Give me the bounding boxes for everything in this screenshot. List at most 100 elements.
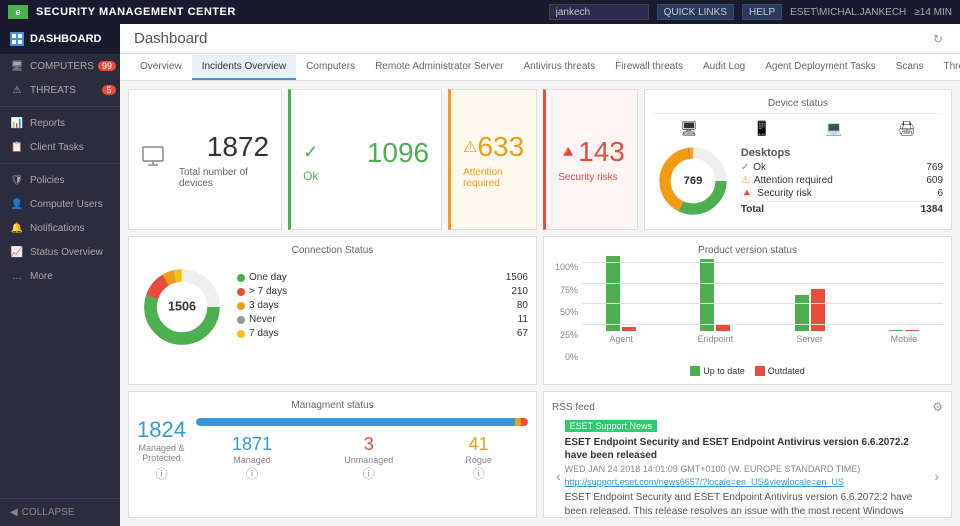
tab-remote-admin[interactable]: Remote Administrator Server [365,55,513,80]
quick-links-button[interactable]: QUICK LINKS [657,4,734,20]
total-devices-value: 1872 [179,131,269,163]
collapse-button[interactable]: ◀ COLLAPSE [0,498,120,526]
sidebar-item-more[interactable]: … More [0,264,120,288]
rss-body-wrapper: ‹ ESET Support News ESET Endpoint Securi… [552,418,943,518]
tab-incidents-overview[interactable]: Incidents Overview [192,55,296,80]
conn-label-never: Never [249,314,276,325]
rss-link[interactable]: http://support.eset.com/news6657/?locale… [565,477,931,487]
pv-bars-container: Agent Endpoint [582,262,943,362]
attention-warn-icon: ⚠ [741,175,750,186]
rss-settings-icon[interactable]: ⚙ [932,400,943,414]
desktop-type-icon: 🖥 [680,120,698,137]
sidebar-label-notifications: Notifications [30,223,84,234]
pv-bars-agent [606,251,636,331]
top-bar: e SECURITY MANAGEMENT CENTER QUICK LINKS… [0,0,960,24]
mid-row: Connection Status 1506 [128,236,952,385]
attention-label: Attention required [463,167,524,189]
tab-threats[interactable]: Threats [933,55,960,80]
tab-computers[interactable]: Computers [296,55,365,80]
conn-item-oneday: One day 1506 [237,272,528,283]
sidebar-item-notifications[interactable]: 🔔 Notifications [0,216,120,240]
device-legend-title: Desktops [741,147,943,159]
tab-antivirus-threats[interactable]: Antivirus threats [513,55,605,80]
reports-icon: 📊 [10,116,24,130]
tab-audit-log[interactable]: Audit Log [693,55,755,80]
rss-prev-button[interactable]: ‹ [552,468,565,484]
metrics-row: 1872 Total number of devices ✓ 1096 Ok [128,89,952,230]
policies-icon: 🛡 [10,173,24,187]
device-donut: 769 [653,141,733,221]
mgmt-managed-icon: ⓘ [232,465,272,482]
tab-scans[interactable]: Scans [886,55,934,80]
session-time: ≥14 MIN [914,7,952,18]
bottom-row: Managment status 1824 Managed &Protected… [128,391,952,518]
page-title: Dashboard [134,30,207,47]
pv-group-mobile: Mobile [865,251,943,344]
rss-next-button[interactable]: › [930,468,943,484]
mgmt-protected-icon: ⓘ [155,465,167,482]
ok-value: 1096 [367,137,429,169]
conn-value-7days-2: 67 [517,328,528,339]
conn-value-3days: 80 [517,300,528,311]
sidebar-item-status-overview[interactable]: 📈 Status Overview [0,240,120,264]
product-version-card: Product version status 100% 75% 50% 25% … [543,236,952,385]
mgmt-rogue-value: 41 [465,434,492,455]
rss-title: RSS feed [552,402,595,413]
collapse-icon: ◀ [10,507,18,518]
ok-card: ✓ 1096 Ok [288,89,442,230]
devices-info: 1872 Total number of devices [179,131,269,189]
total-devices-card: 1872 Total number of devices [128,89,282,230]
legend-total-row: Total 1384 [741,201,943,215]
refresh-icon[interactable]: ↻ [930,31,946,47]
pv-bar-server-outdated [811,289,825,331]
user-label: ESET\MICHAL.JANKECH [790,7,906,18]
legend-uptodate: Up to date [690,366,745,376]
legend-ok-label: Ok [753,162,766,173]
logo: e [8,5,28,19]
tab-firewall-threats[interactable]: Firewall threats [605,55,693,80]
content-header: Dashboard ↻ [120,24,960,54]
pv-label-mobile: Mobile [891,334,918,344]
mgmt-body: 1824 Managed &Protected ⓘ [137,417,528,482]
tab-overview[interactable]: Overview [130,55,192,80]
security-value: 143 [578,136,625,168]
help-button[interactable]: HELP [742,4,782,20]
top-bar-right: QUICK LINKS HELP ESET\MICHAL.JANKECH ≥14… [549,4,952,20]
sidebar-item-computers[interactable]: 🖥 COMPUTERS 99 [0,54,120,78]
connection-legend: One day 1506 > 7 days 210 3 days 80 [237,272,528,342]
conn-label-oneday: One day [249,272,287,283]
mgmt-total: 1824 [137,417,186,443]
rss-content: ESET Support News ESET Endpoint Security… [565,418,931,518]
pv-bar-agent-uptodate [606,256,620,331]
device-status-body: 769 Desktops ✓Ok 769 ⚠Attention required… [653,141,943,221]
conn-item-7days-2: 7 days 67 [237,328,528,339]
search-input[interactable] [549,4,649,20]
sidebar-divider-1 [0,106,120,107]
dashboard-icon [10,32,24,46]
mgmt-managed-label: Managed [232,455,272,465]
sidebar-item-computer-users[interactable]: 👤 Computer Users [0,192,120,216]
conn-item-3days: 3 days 80 [237,300,528,311]
main-content: Dashboard ↻ Overview Incidents Overview … [120,24,960,526]
sidebar-item-dashboard[interactable]: DASHBOARD [0,24,120,54]
tab-agent-deployment[interactable]: Agent Deployment Tasks [755,55,885,80]
mgmt-bar-rogue [515,418,522,426]
pv-group-endpoint: Endpoint [676,251,754,344]
devices-icon [141,145,171,175]
mgmt-total-label: Managed &Protected [138,443,184,463]
mgmt-rogue-icon: ⓘ [465,465,492,482]
legend-security-label: Security risk [757,188,811,199]
sidebar-item-client-tasks[interactable]: 📋 Client Tasks [0,135,120,159]
mgmt-rogue-label: Rogue [465,455,492,465]
conn-label-7days: > 7 days [249,286,287,297]
sidebar-item-policies[interactable]: 🛡 Policies [0,168,120,192]
svg-text:769: 769 [684,175,703,187]
svg-text:1506: 1506 [168,300,196,314]
mgmt-bar-unmanaged [521,418,528,426]
sidebar-label-more: More [30,271,53,282]
legend-attention-value: 609 [926,175,943,186]
pv-bars-server [795,251,825,331]
sidebar-item-reports[interactable]: 📊 Reports [0,111,120,135]
sidebar-item-threats[interactable]: ⚠ THREATS 5 [0,78,120,102]
users-icon: 👤 [10,197,24,211]
